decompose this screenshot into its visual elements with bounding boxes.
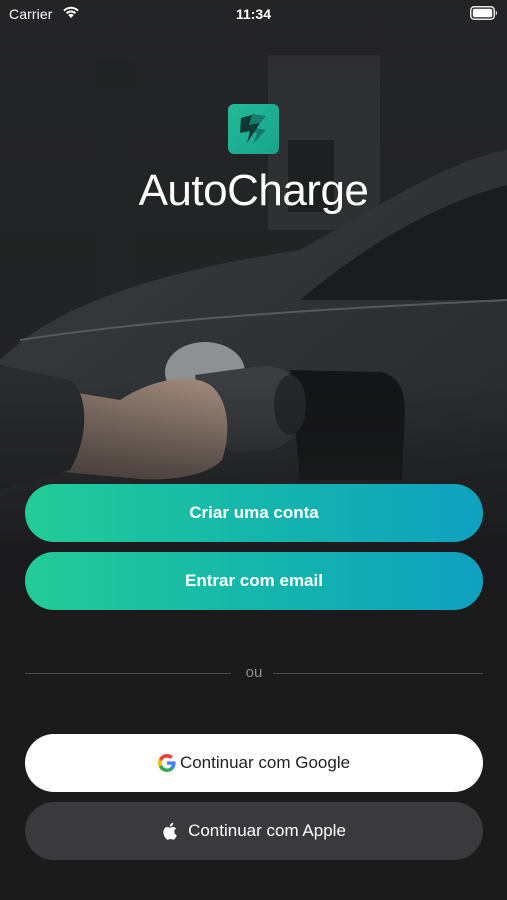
google-icon [157,754,176,772]
welcome-screen: Carrier 11:34 AutoCharge Criar uma conta… [0,0,507,900]
divider-line-right [273,673,483,674]
create-account-button[interactable]: Criar uma conta [25,484,483,542]
brand-name: AutoCharge [138,166,369,215]
battery-icon [470,6,497,20]
status-bar: Carrier 11:34 [0,0,507,28]
autocharge-logo-icon [228,104,279,154]
apple-icon [163,822,177,840]
email-login-label: Entrar com email [185,571,323,590]
email-login-button[interactable]: Entrar com email [25,552,483,610]
apple-signin-label: Continuar com Apple [188,821,346,840]
or-divider: ou [25,664,483,682]
apple-signin-button[interactable]: Continuar com Apple [25,802,483,860]
status-time: 11:34 [235,6,272,22]
google-signin-button[interactable]: Continuar com Google [25,734,483,792]
google-signin-label: Continuar com Google [179,753,351,772]
create-account-label: Criar uma conta [189,503,319,522]
